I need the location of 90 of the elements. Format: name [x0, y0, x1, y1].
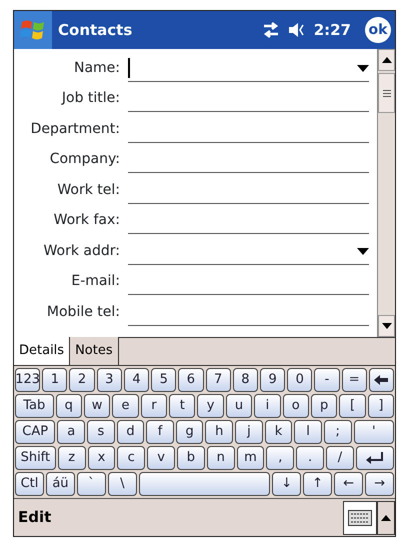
key[interactable]: v: [147, 446, 175, 470]
key[interactable]: ↑: [303, 472, 332, 496]
down-arrow-icon[interactable]: [382, 323, 392, 329]
key[interactable]: ←: [334, 472, 364, 496]
key[interactable]: f: [146, 420, 174, 444]
key[interactable]: x: [88, 446, 116, 470]
key[interactable]: w: [84, 394, 110, 418]
enter-key[interactable]: [356, 446, 394, 470]
key[interactable]: u: [226, 394, 252, 418]
key[interactable]: b: [176, 446, 205, 470]
dropdown-arrow-icon[interactable]: [357, 248, 369, 254]
key[interactable]: 3: [96, 368, 122, 392]
input-field[interactable]: [128, 56, 369, 82]
up-arrow-icon: [381, 514, 391, 520]
key[interactable]: ;: [324, 420, 352, 444]
key[interactable]: CAP: [15, 420, 56, 444]
key[interactable]: 1: [42, 368, 68, 392]
key[interactable]: ': [354, 420, 394, 444]
key[interactable]: `: [76, 472, 106, 496]
key[interactable]: g: [176, 420, 204, 444]
menu-item[interactable]: Edit: [14, 506, 343, 529]
key[interactable]: 5: [151, 368, 176, 392]
key[interactable]: t: [169, 394, 196, 418]
dropdown-arrow-icon[interactable]: [357, 64, 369, 72]
key[interactable]: 2: [69, 368, 95, 392]
key[interactable]: áü: [46, 472, 75, 496]
key[interactable]: /: [326, 446, 354, 470]
key[interactable]: q: [56, 394, 82, 418]
start-button[interactable]: [14, 11, 52, 49]
ok-button[interactable]: ok: [365, 17, 391, 43]
key[interactable]: Tab: [15, 394, 54, 418]
key[interactable]: ,: [266, 446, 294, 470]
key[interactable]: e: [112, 394, 139, 418]
clock[interactable]: 2:27: [314, 18, 351, 42]
key[interactable]: 7: [206, 368, 231, 392]
key[interactable]: h: [205, 420, 234, 444]
field-label: Company:: [48, 150, 121, 169]
backspace-icon: [374, 375, 388, 385]
window-title: Contacts: [58, 20, 134, 41]
key[interactable]: 0: [287, 368, 312, 392]
key[interactable]: j: [235, 420, 263, 444]
key[interactable]: 6: [178, 368, 204, 392]
key[interactable]: 8: [232, 368, 258, 392]
tab[interactable]: Details: [14, 337, 70, 365]
key[interactable]: →: [365, 472, 394, 496]
key[interactable]: d: [116, 420, 144, 444]
tab[interactable]: Notes: [70, 337, 119, 365]
field-label: Mobile tel:: [46, 302, 121, 322]
key[interactable]: =: [342, 368, 367, 392]
key[interactable]: z: [58, 446, 86, 470]
key[interactable]: Ctl: [15, 472, 44, 496]
key[interactable]: 9: [260, 368, 286, 392]
key[interactable]: o: [282, 394, 309, 418]
key[interactable]: c: [117, 446, 146, 470]
key[interactable]: \: [108, 472, 137, 496]
key[interactable]: l: [294, 420, 322, 444]
key[interactable]: Shift: [15, 446, 56, 470]
field-label: Name:: [72, 58, 121, 78]
input-panel-button[interactable]: [343, 500, 377, 534]
up-arrow-icon[interactable]: [382, 57, 392, 63]
key[interactable]: k: [264, 420, 292, 444]
field-label: Department:: [30, 120, 121, 138]
space-bar[interactable]: [138, 472, 270, 496]
field-label: E-mail:: [70, 272, 121, 291]
scrollbar[interactable]: [377, 49, 395, 337]
input-menu-button[interactable]: [377, 500, 395, 534]
key[interactable]: ]: [368, 394, 394, 418]
key[interactable]: n: [206, 446, 235, 470]
field-label: Work addr:: [42, 242, 121, 260]
key[interactable]: 123: [15, 368, 40, 392]
key[interactable]: 4: [124, 368, 150, 392]
key[interactable]: ↓: [272, 472, 302, 496]
key[interactable]: p: [310, 394, 338, 418]
field-label: Work tel:: [56, 180, 121, 200]
key[interactable]: s: [87, 420, 115, 444]
key[interactable]: -: [314, 368, 340, 392]
key[interactable]: r: [140, 394, 168, 418]
field-label: Work fax:: [52, 211, 121, 230]
grip-icon: [382, 90, 390, 96]
key[interactable]: y: [197, 394, 224, 418]
key[interactable]: i: [254, 394, 281, 418]
enter-icon: [366, 452, 384, 464]
windows-flag-icon: [20, 18, 46, 42]
key[interactable]: a: [57, 420, 86, 444]
key[interactable]: [: [339, 394, 366, 418]
backspace-key[interactable]: [368, 368, 394, 392]
key[interactable]: m: [236, 446, 264, 470]
keyboard-icon: [348, 510, 372, 526]
field-label: Job title:: [60, 89, 121, 108]
key[interactable]: .: [296, 446, 324, 470]
